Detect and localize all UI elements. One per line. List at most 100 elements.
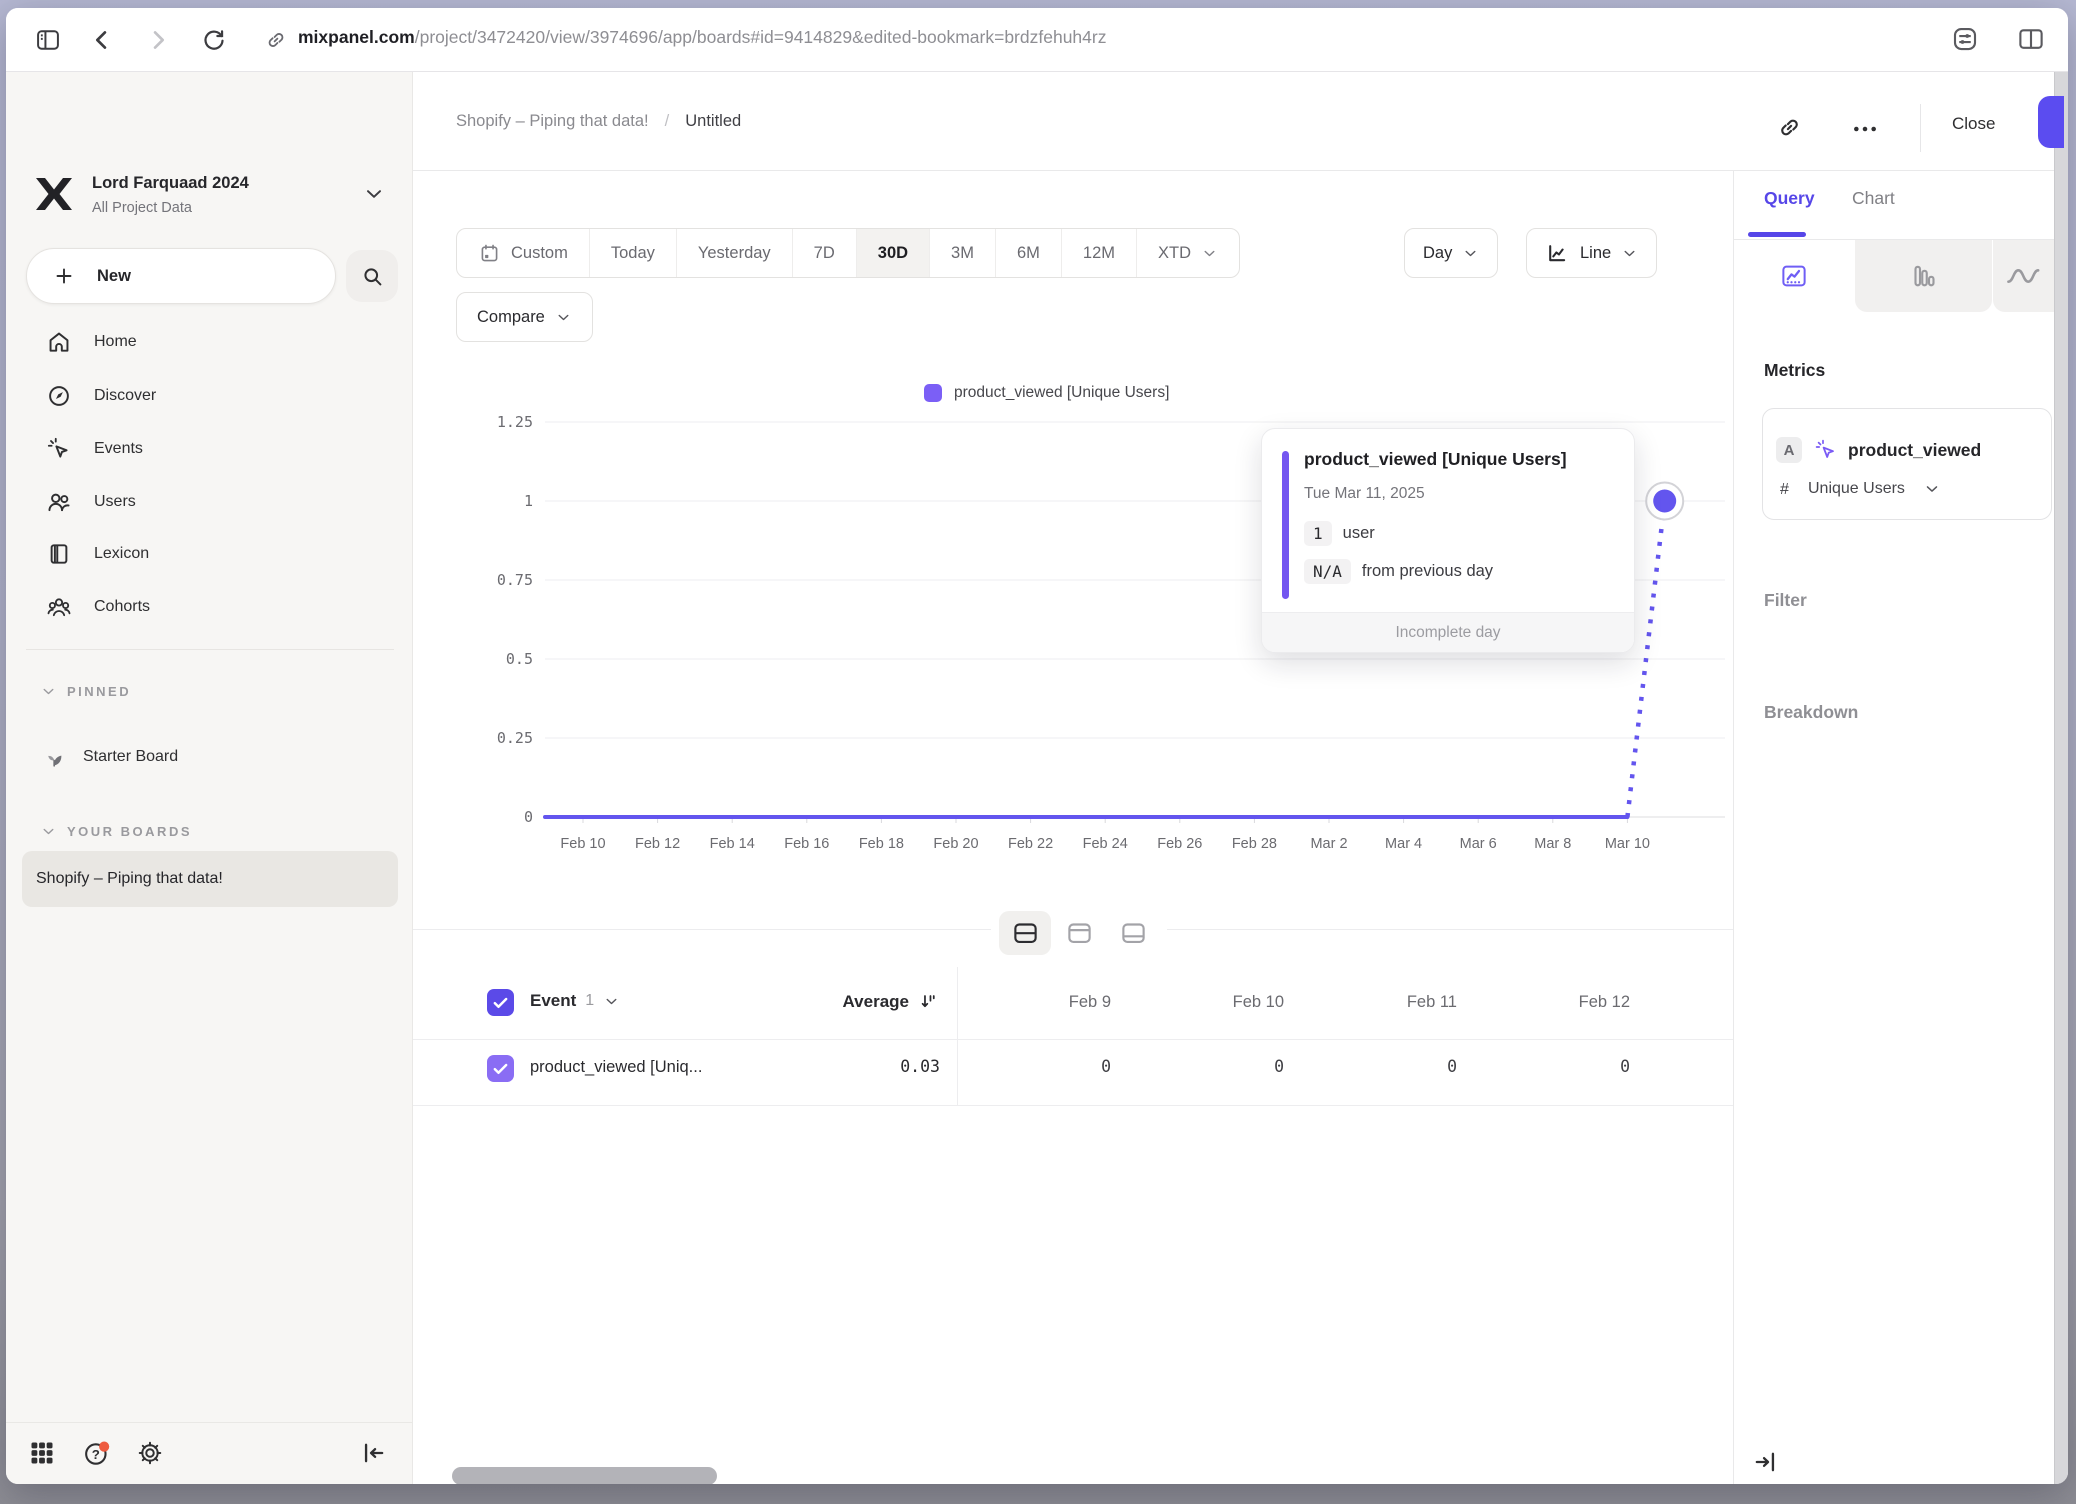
sidebar-item-discover[interactable]: Discover (6, 373, 412, 419)
chart-type-dropdown[interactable]: Line (1526, 228, 1657, 278)
insight-tab-bar[interactable] (1855, 240, 1992, 312)
lexicon-book-icon (46, 541, 72, 567)
tab-query[interactable]: Query (1764, 188, 1815, 209)
new-button[interactable]: New (26, 248, 336, 304)
range-3m[interactable]: 3M (929, 229, 995, 277)
apps-grid-icon[interactable] (28, 1439, 56, 1467)
forward-icon[interactable] (144, 26, 172, 54)
sidebar-item-cohorts[interactable]: Cohorts (6, 584, 412, 630)
range-7d[interactable]: 7D (792, 229, 856, 277)
copy-link-icon[interactable] (1776, 114, 1803, 141)
chevron-down-icon (555, 309, 572, 326)
screen: mixpanel.com/project/3472420/view/397469… (0, 0, 2076, 1504)
event-column-header[interactable]: Event 1 (530, 991, 620, 1011)
range-xtd[interactable]: XTD (1136, 229, 1239, 277)
save-button-partial[interactable] (2038, 96, 2064, 148)
filter-section-label[interactable]: Filter (1764, 590, 1807, 611)
layout-chart-only-button[interactable] (1053, 911, 1105, 955)
svg-text:Mar 6: Mar 6 (1460, 836, 1497, 852)
sidebar-item-board-selected[interactable]: Shopify – Piping that data! (22, 851, 398, 907)
svg-text:Mar 2: Mar 2 (1310, 836, 1347, 852)
table-cell: 0 (966, 1057, 1139, 1076)
project-name[interactable]: Lord Farquaad 2024 (92, 174, 249, 193)
insight-tab-funnel-partial[interactable] (1993, 240, 2055, 312)
project-switcher-chevron-icon[interactable] (362, 182, 386, 206)
date-column-header[interactable]: Feb 10 (1139, 993, 1312, 1012)
url-path: /project/3472420/view/3974696/app/boards… (415, 27, 1107, 47)
browser-sidebar-toggle-icon[interactable] (34, 26, 62, 54)
your-boards-section-header[interactable]: YOUR BOARDS (40, 816, 192, 846)
row-checkbox[interactable] (487, 1055, 514, 1082)
help-icon[interactable]: ? (82, 1439, 110, 1467)
table-row-series-name[interactable]: product_viewed [Uniq... (530, 1058, 702, 1077)
table-header-border (413, 1039, 1733, 1040)
reload-icon[interactable] (200, 26, 228, 54)
layout-table-only-button[interactable] (1107, 911, 1159, 955)
line-chart-icon (1545, 241, 1570, 266)
range-6m[interactable]: 6M (995, 229, 1061, 277)
event-count: 1 (585, 992, 594, 1010)
svg-text:Feb 14: Feb 14 (710, 836, 755, 852)
svg-text:0: 0 (524, 808, 533, 826)
svg-text:Feb 18: Feb 18 (859, 836, 904, 852)
sidebar-item-users[interactable]: Users (6, 479, 412, 525)
granularity-dropdown[interactable]: Day (1404, 228, 1498, 278)
check-icon (490, 992, 511, 1013)
table-row-border (413, 1105, 1733, 1106)
select-all-checkbox[interactable] (487, 989, 514, 1016)
sidebar-item-starter-board[interactable]: Starter Board (6, 734, 412, 780)
compare-dropdown[interactable]: Compare (456, 292, 593, 342)
date-column-header[interactable]: Feb 12 (1485, 993, 1658, 1012)
close-button[interactable]: Close (1952, 114, 1995, 134)
horizontal-scrollbar-thumb[interactable] (452, 1467, 717, 1484)
svg-text:Feb 24: Feb 24 (1083, 836, 1128, 852)
expand-panel-icon[interactable] (1751, 1448, 1779, 1476)
pinned-section-header[interactable]: PINNED (40, 676, 131, 706)
search-button[interactable] (346, 250, 398, 302)
search-icon (360, 264, 385, 289)
average-column-header[interactable]: Average (706, 991, 940, 1013)
page-settings-icon[interactable] (1950, 24, 1980, 54)
collapse-sidebar-icon[interactable] (360, 1439, 388, 1467)
date-column-header[interactable]: Feb 11 (1312, 993, 1485, 1012)
layout-split-icon (1012, 920, 1039, 947)
date-column-header[interactable]: Feb 9 (966, 993, 1139, 1012)
range-custom[interactable]: Custom (457, 229, 589, 277)
tooltip-series-accent (1282, 451, 1289, 599)
split-view-icon[interactable] (2016, 24, 2046, 54)
chart-legend[interactable]: product_viewed [Unique Users] (924, 384, 1169, 402)
sort-icon (918, 991, 940, 1013)
sprout-icon (42, 745, 67, 770)
metric-card[interactable]: A product_viewed # Unique Users (1762, 408, 2052, 520)
page-scrollbar-gutter[interactable] (2054, 72, 2068, 1484)
sidebar-item-label: Events (94, 440, 143, 458)
event-cursor-icon (1814, 438, 1838, 462)
tooltip-value-unit: user (1343, 524, 1375, 543)
new-button-label: New (97, 267, 131, 286)
breakdown-section-label[interactable]: Breakdown (1764, 702, 1858, 723)
address-bar[interactable]: mixpanel.com/project/3472420/view/397469… (298, 27, 1106, 48)
sidebar-item-events[interactable]: Events (6, 426, 412, 472)
layout-split-button[interactable] (999, 911, 1051, 955)
sidebar-item-lexicon[interactable]: Lexicon (6, 531, 412, 577)
range-yesterday[interactable]: Yesterday (676, 229, 792, 277)
settings-gear-icon[interactable] (136, 1439, 164, 1467)
sidebar-item-home[interactable]: Home (6, 319, 412, 365)
breadcrumb-board[interactable]: Shopify – Piping that data! (456, 112, 649, 131)
metric-aggregation[interactable]: Unique Users (1808, 480, 1905, 498)
board-name: Shopify – Piping that data! (36, 870, 223, 888)
browser-window: mixpanel.com/project/3472420/view/397469… (6, 8, 2068, 1484)
breadcrumb-page-title[interactable]: Untitled (685, 112, 741, 131)
range-12m[interactable]: 12M (1061, 229, 1136, 277)
tab-chart[interactable]: Chart (1852, 188, 1895, 209)
back-icon[interactable] (88, 26, 116, 54)
range-today[interactable]: Today (589, 229, 676, 277)
range-label: 7D (814, 244, 835, 263)
more-options-icon[interactable] (1852, 116, 1878, 142)
mixpanel-logo-icon[interactable] (32, 172, 76, 216)
project-scope: All Project Data (92, 200, 192, 216)
svg-text:Mar 8: Mar 8 (1534, 836, 1571, 852)
range-30d-selected[interactable]: 30D (856, 229, 929, 277)
table-cell: 0 (1312, 1057, 1485, 1076)
insight-tab-line-selected[interactable] (1734, 240, 1854, 312)
